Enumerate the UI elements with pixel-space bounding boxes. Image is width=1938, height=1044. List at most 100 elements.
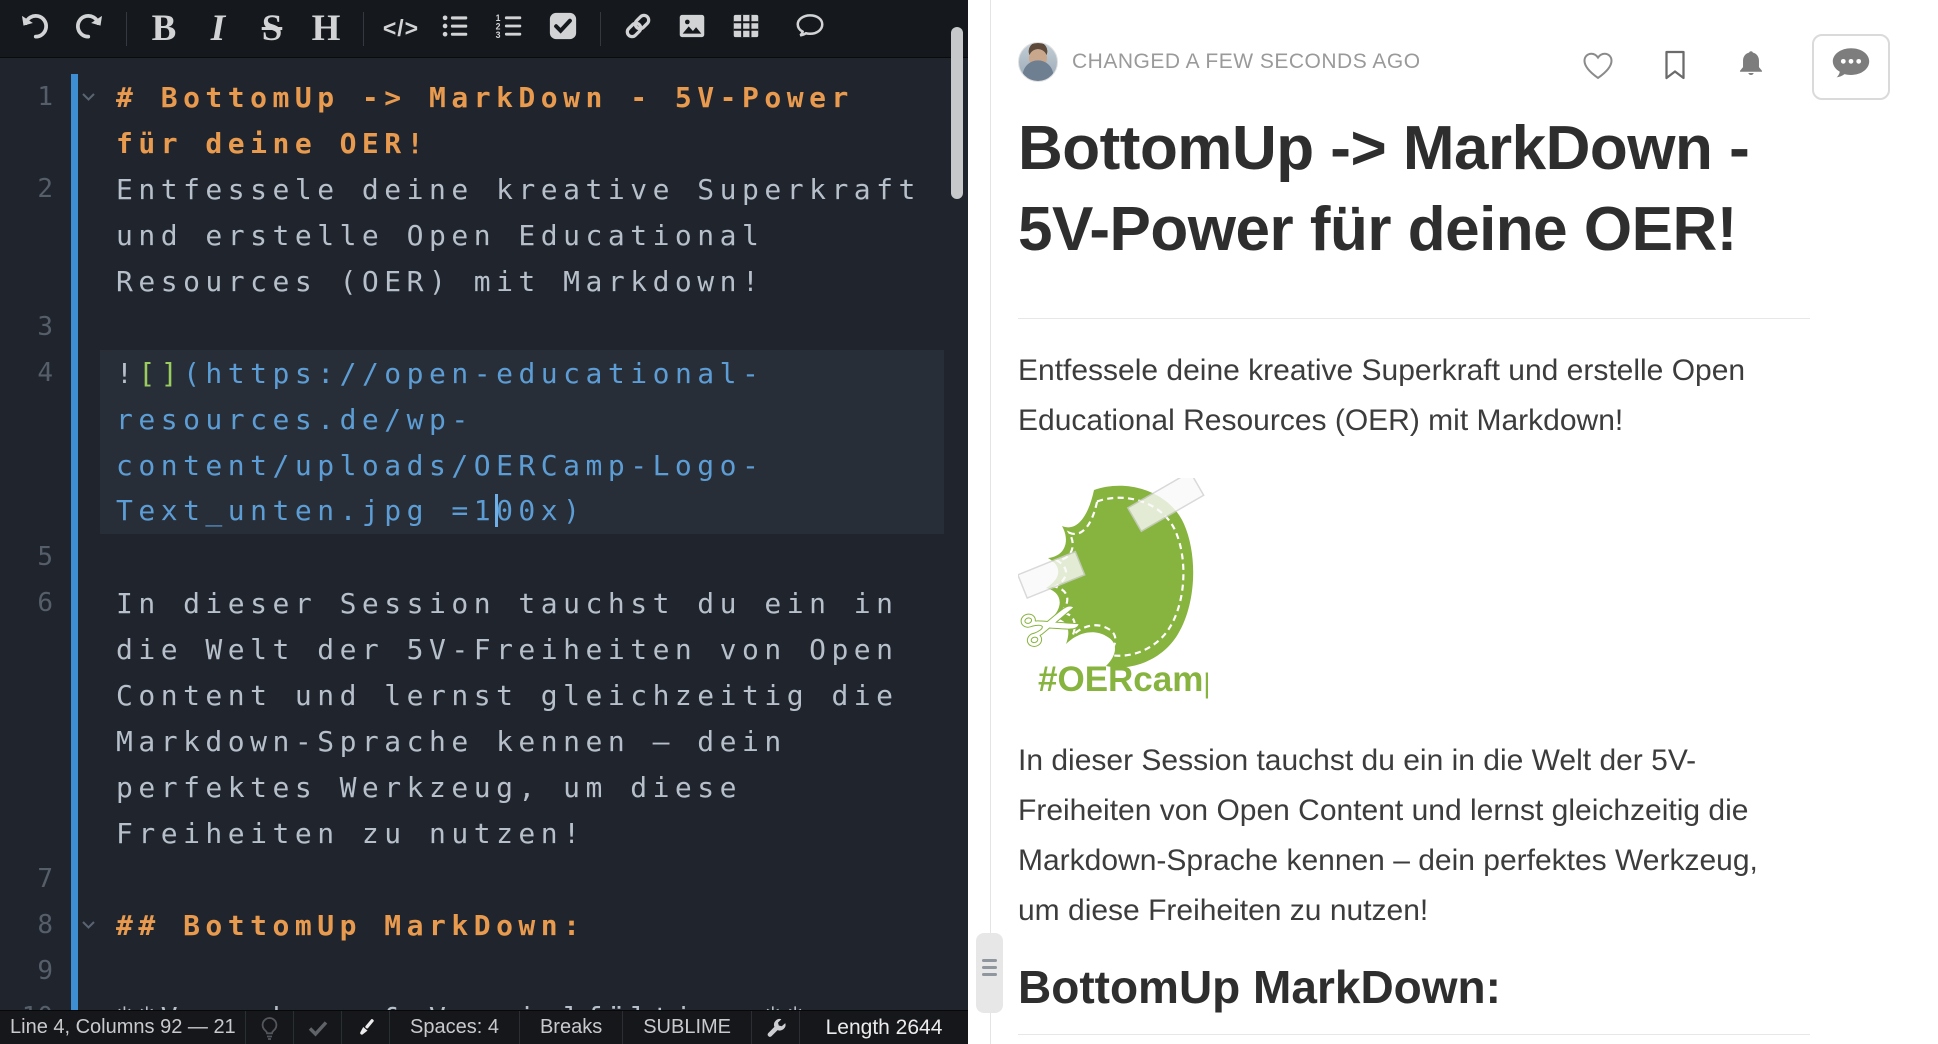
- keymap-mode[interactable]: SUBLIME: [623, 1011, 752, 1044]
- svg-text:3: 3: [496, 30, 501, 40]
- bookmark-button[interactable]: [1660, 48, 1690, 87]
- editor-toolbar: B I S H </> 123: [0, 0, 968, 58]
- wrench-icon[interactable]: [752, 1011, 800, 1044]
- redo-button[interactable]: [66, 6, 112, 52]
- editor-pane: B I S H </> 123: [0, 0, 968, 1044]
- code-line: [100, 856, 944, 902]
- editor-row[interactable]: perfektes Werkzeug, um diese: [0, 764, 944, 810]
- code-icon: </>: [383, 15, 419, 42]
- unordered-list-icon: [440, 12, 470, 45]
- editor-row[interactable]: 9: [0, 948, 944, 994]
- editor-scrollbar[interactable]: [951, 27, 963, 199]
- code-line: Freiheiten zu nutzen!: [100, 810, 944, 856]
- editor-row[interactable]: 8 ## BottomUp MarkDown:: [0, 902, 944, 948]
- code-button[interactable]: </>: [378, 6, 424, 52]
- toolbar-divider: [600, 12, 601, 46]
- editor-row[interactable]: Markdown-Sprache kennen – dein: [0, 718, 944, 764]
- check-icon[interactable]: [294, 1011, 342, 1044]
- editor-row[interactable]: und erstelle Open Educational: [0, 212, 944, 258]
- doc-length: Length 2644: [800, 1011, 968, 1044]
- comment-bubble-icon: [1828, 44, 1874, 91]
- spaces-indicator[interactable]: Spaces: 4: [390, 1011, 520, 1044]
- bold-icon: B: [152, 10, 177, 47]
- preview-pane: CHANGED A FEW SECONDS AGO BottomUp -> Ma…: [990, 0, 1938, 1044]
- editor-row[interactable]: Text_unten.jpg =100x): [0, 488, 944, 534]
- check-list-button[interactable]: [540, 6, 586, 52]
- heart-icon: [1580, 48, 1616, 87]
- undo-button[interactable]: [12, 6, 58, 52]
- comment-icon: [794, 11, 826, 46]
- code-line: Markdown-Sprache kennen – dein: [100, 718, 944, 764]
- horizontal-rule: [1018, 1034, 1810, 1035]
- editor-row[interactable]: 7: [0, 856, 944, 902]
- editor-row[interactable]: 10**Verwahren & Vervielfältigen**: [0, 994, 944, 1010]
- editor-row[interactable]: für deine OER!: [0, 120, 944, 166]
- table-button[interactable]: [723, 6, 769, 52]
- line-number: 8: [0, 910, 53, 940]
- oercamp-logo-image: ✂ #OERcamp: [1018, 478, 1208, 705]
- line-number: 2: [0, 174, 53, 204]
- avatar[interactable]: [1018, 42, 1058, 82]
- code-line: [100, 304, 944, 350]
- code-line: Entfessele deine kreative Superkraft: [100, 166, 944, 212]
- split-drag-handle[interactable]: [976, 933, 1003, 1013]
- bold-button[interactable]: B: [141, 6, 187, 52]
- line-number: 9: [0, 956, 53, 986]
- code-line: In dieser Session tauchst du ein in: [100, 580, 944, 626]
- strikethrough-button[interactable]: S: [249, 6, 295, 52]
- brush-icon[interactable]: [342, 1011, 390, 1044]
- code-line: Resources (OER) mit Markdown!: [100, 258, 944, 304]
- code-editor[interactable]: 1# BottomUp -> MarkDown - 5V-Powerfür de…: [0, 58, 968, 1010]
- code-line: [100, 948, 944, 994]
- comment-button[interactable]: [787, 6, 833, 52]
- bell-icon: [1734, 47, 1768, 88]
- toolbar-divider: [126, 12, 127, 46]
- line-number: 5: [0, 542, 53, 572]
- comments-panel-button[interactable]: [1812, 34, 1890, 100]
- heading-icon: H: [312, 10, 341, 47]
- line-number: 6: [0, 588, 53, 618]
- app-window: B I S H </> 123: [0, 0, 1938, 1044]
- strikethrough-icon: S: [262, 10, 283, 47]
- link-button[interactable]: [615, 6, 661, 52]
- heading-button[interactable]: H: [303, 6, 349, 52]
- notifications-button[interactable]: [1734, 47, 1768, 88]
- ordered-list-button[interactable]: 123: [486, 6, 532, 52]
- lightbulb-icon[interactable]: [246, 1011, 294, 1044]
- editor-row[interactable]: Freiheiten zu nutzen!: [0, 810, 944, 856]
- cursor-position: Line 4, Columns 92 — 21: [0, 1011, 246, 1044]
- active-line: Text_unten.jpg =100x): [100, 488, 944, 534]
- editor-row[interactable]: 6 In dieser Session tauchst du ein in: [0, 580, 944, 626]
- line-number: 10: [0, 1002, 53, 1010]
- line-number: 3: [0, 312, 53, 342]
- linebreak-mode[interactable]: Breaks: [520, 1011, 623, 1044]
- editor-row[interactable]: content/uploads/OERCamp-Logo-: [0, 442, 944, 488]
- editor-row[interactable]: resources.de/wp-: [0, 396, 944, 442]
- editor-row[interactable]: 4![](https://open-educational-: [0, 350, 944, 396]
- italic-button[interactable]: I: [195, 6, 241, 52]
- code-line: und erstelle Open Educational: [100, 212, 944, 258]
- editor-row[interactable]: Content und lernst gleichzeitig die: [0, 672, 944, 718]
- editor-row[interactable]: die Welt der 5V-Freiheiten von Open: [0, 626, 944, 672]
- image-button[interactable]: [669, 6, 715, 52]
- like-button[interactable]: [1580, 48, 1616, 87]
- editor-row[interactable]: 2 Entfessele deine kreative Superkraft: [0, 166, 944, 212]
- toolbar-divider: [363, 12, 364, 46]
- line-number: 7: [0, 864, 53, 894]
- editor-row[interactable]: 1# BottomUp -> MarkDown - 5V-Power: [0, 74, 944, 120]
- code-line: ## BottomUp MarkDown:: [100, 902, 944, 948]
- editor-row[interactable]: 3: [0, 304, 944, 350]
- active-line: content/uploads/OERCamp-Logo-: [100, 442, 944, 488]
- unordered-list-button[interactable]: [432, 6, 478, 52]
- grip-lines-icon: [982, 959, 997, 962]
- check-list-icon: [548, 11, 578, 46]
- session-paragraph: In dieser Session tauchst du ein in die …: [1018, 736, 1806, 936]
- code-line: [100, 534, 944, 580]
- undo-icon: [19, 11, 51, 46]
- status-bar: Line 4, Columns 92 — 21 Spaces: 4BreaksSU…: [0, 1010, 968, 1044]
- document-meta: CHANGED A FEW SECONDS AGO: [1018, 42, 1421, 82]
- editor-row[interactable]: Resources (OER) mit Markdown!: [0, 258, 944, 304]
- italic-icon: I: [211, 10, 225, 47]
- active-line: ![](https://open-educational-: [100, 350, 944, 396]
- editor-row[interactable]: 5: [0, 534, 944, 580]
